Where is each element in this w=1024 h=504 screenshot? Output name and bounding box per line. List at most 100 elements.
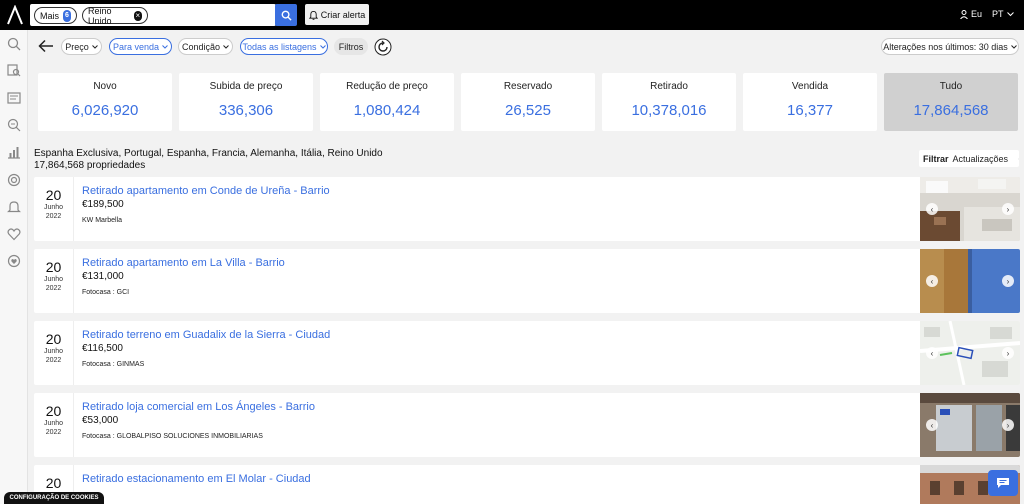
- chevron-down-icon: [91, 44, 98, 49]
- results-summary: Espanha Exclusiva, Portugal, Espanha, Fr…: [34, 148, 383, 172]
- favorites-map-icon[interactable]: [7, 254, 21, 268]
- listing-day: 20: [45, 259, 62, 275]
- listing-day: 20: [45, 331, 62, 347]
- stat-card-sold[interactable]: Vendida 16,377: [743, 73, 877, 131]
- listing-photo[interactable]: ‹ ›: [920, 249, 1020, 313]
- create-alert-button[interactable]: Criar alerta: [305, 4, 369, 25]
- listings-filter[interactable]: Todas as listagens: [240, 38, 328, 55]
- listing-price: €189,500: [82, 199, 124, 210]
- listing-date: 20 Junho 2022: [34, 249, 74, 313]
- back-arrow-icon[interactable]: [38, 39, 54, 53]
- stat-card-reserved[interactable]: Reservado 26,525: [461, 73, 595, 131]
- listing-card[interactable]: 20 Junho 2022 Retirado apartamento em Co…: [34, 177, 1020, 241]
- photo-next-button[interactable]: ›: [1002, 203, 1014, 215]
- condition-filter[interactable]: Condição: [178, 38, 233, 55]
- user-menu[interactable]: Eu: [960, 9, 982, 19]
- target-icon[interactable]: [7, 173, 21, 187]
- refresh-icon[interactable]: [374, 38, 392, 56]
- listing-title-link[interactable]: Retirado estacionamento em El Molar - Ci…: [82, 473, 311, 485]
- photo-prev-button[interactable]: ‹: [926, 419, 938, 431]
- listing-title-link[interactable]: Retirado terreno em Guadalix de la Sierr…: [82, 329, 330, 341]
- stat-card-new[interactable]: Novo 6,026,920: [38, 73, 172, 131]
- more-filters-chip[interactable]: Mais 6: [34, 7, 77, 24]
- chat-button[interactable]: [988, 470, 1018, 496]
- filters-button[interactable]: Filtros: [334, 38, 368, 55]
- listing-date: 20 Junho 2022: [34, 177, 74, 241]
- results-locations: Espanha Exclusiva, Portugal, Espanha, Fr…: [34, 148, 383, 159]
- location-chip[interactable]: Reino Unido ×: [82, 5, 148, 26]
- heart-icon[interactable]: [7, 227, 21, 241]
- chat-icon: [997, 478, 1009, 488]
- photo-prev-button[interactable]: ‹: [926, 203, 938, 215]
- property-search-icon[interactable]: [7, 63, 21, 77]
- search-icon: [281, 10, 292, 21]
- stat-label: Redução de preço: [346, 81, 428, 92]
- bell-icon: [308, 10, 318, 20]
- listing-year: 2022: [45, 285, 62, 292]
- sidebar: [0, 30, 28, 504]
- listing-agent: Fotocasa : GLOBALPISO SOLUCIONES INMOBIL…: [82, 433, 263, 440]
- listing-year: 2022: [45, 213, 62, 220]
- listing-agent: Fotocasa : GINMAS: [82, 361, 145, 368]
- listing-card[interactable]: 20 Junho 2022 Retirado apartamento em La…: [34, 249, 1020, 313]
- chevron-down-icon: [319, 44, 326, 49]
- photo-next-button[interactable]: ›: [1002, 275, 1014, 287]
- listing-card[interactable]: 20 Retirado estacionamento em El Molar -…: [34, 465, 1020, 504]
- sort-select[interactable]: Filtrar Actualizações: [919, 150, 1019, 167]
- stat-card-withdrawn[interactable]: Retirado 10,378,016: [602, 73, 736, 131]
- search-icon[interactable]: [7, 37, 21, 51]
- logo-icon[interactable]: [6, 5, 24, 25]
- listing-month: Junho: [43, 420, 64, 427]
- filters-button-label: Filtros: [338, 41, 364, 52]
- photo-next-button[interactable]: ›: [1002, 347, 1014, 359]
- stat-value: 10,378,016: [631, 102, 707, 119]
- location-label: Reino Unido: [88, 5, 112, 26]
- listing-day: 20: [45, 187, 62, 203]
- listing-year: 2022: [45, 357, 62, 364]
- listing-card[interactable]: 20 Junho 2022 Retirado terreno em Guadal…: [34, 321, 1020, 385]
- stat-label: Reservado: [503, 81, 553, 92]
- listings-icon[interactable]: [7, 91, 21, 105]
- stat-value: 6,026,920: [71, 102, 139, 119]
- listing-price: €116,500: [82, 343, 123, 354]
- photo-next-button[interactable]: ›: [1002, 419, 1014, 431]
- bell-icon[interactable]: [7, 200, 21, 214]
- stat-card-price-reduction[interactable]: Redução de preço 1,080,424: [320, 73, 454, 131]
- listing-month: Junho: [43, 204, 64, 211]
- listing-agent: Fotocasa : GCI: [82, 289, 130, 296]
- listing-title-link[interactable]: Retirado apartamento em Conde de Ureña -…: [82, 185, 330, 197]
- more-label: Mais: [40, 10, 60, 21]
- photo-prev-button[interactable]: ‹: [926, 347, 938, 359]
- stat-card-price-increase[interactable]: Subida de preço 336,306: [179, 73, 313, 131]
- listing-card[interactable]: 20 Junho 2022 Retirado loja comercial em…: [34, 393, 1020, 457]
- search-button[interactable]: [275, 4, 297, 26]
- stat-label: Novo: [93, 81, 117, 92]
- analytics-search-icon[interactable]: [7, 118, 21, 132]
- listing-day: 20: [45, 475, 62, 491]
- stat-card-all[interactable]: Tudo 17,864,568: [884, 73, 1018, 131]
- chevron-down-icon: [1010, 44, 1017, 49]
- bar-chart-icon[interactable]: [7, 145, 21, 159]
- listing-day: 20: [45, 403, 62, 419]
- listing-title-link[interactable]: Retirado loja comercial em Los Ángeles -…: [82, 401, 315, 413]
- stat-label: Retirado: [650, 81, 688, 92]
- price-filter-label: Preço: [65, 41, 89, 52]
- stat-value: 17,864,568: [913, 102, 989, 119]
- for-sale-filter[interactable]: Para venda: [109, 38, 172, 55]
- filter-label: Filtrar: [923, 153, 949, 164]
- listing-photo[interactable]: ‹ ›: [920, 321, 1020, 385]
- listing-title-link[interactable]: Retirado apartamento em La Villa - Barri…: [82, 257, 285, 269]
- language-selector[interactable]: PT: [992, 9, 1014, 19]
- condition-filter-label: Condição: [181, 41, 221, 52]
- listing-photo[interactable]: ‹ ›: [920, 177, 1020, 241]
- cookie-settings-button[interactable]: CONFIGURAÇÃO DE COOKIES: [4, 492, 104, 504]
- chevron-down-icon: [162, 44, 168, 49]
- stat-value: 16,377: [787, 102, 833, 119]
- changes-period-select[interactable]: Alterações nos últimos: 30 dias: [881, 38, 1019, 55]
- price-filter[interactable]: Preço: [61, 38, 102, 55]
- listing-price: €131,000: [82, 271, 124, 282]
- photo-prev-button[interactable]: ‹: [926, 275, 938, 287]
- listing-photo[interactable]: ‹ ›: [920, 393, 1020, 457]
- listing-date: 20 Junho 2022: [34, 393, 74, 457]
- close-icon[interactable]: ×: [133, 10, 142, 21]
